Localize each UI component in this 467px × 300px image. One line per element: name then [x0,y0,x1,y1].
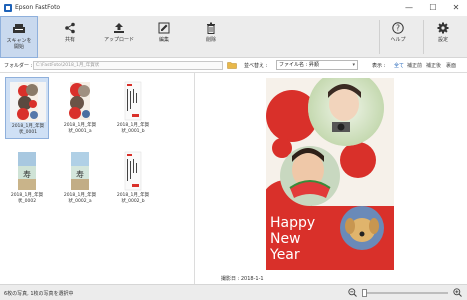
scanner-icon [13,24,25,33]
svg-text:寿: 寿 [23,169,31,179]
shooting-date-label: 撮影日 : 2018-1-1 [221,276,264,282]
help-icon: ? [392,22,404,34]
upload-button[interactable]: アップロード [99,16,139,58]
edit-button[interactable]: 編集 [146,16,182,58]
thumbnail-caption: 2018_1月_年賀 状_0001_b [116,123,150,134]
thumbnail-caption: 2018_1月_年賀 状_0002 [10,193,44,204]
thumbnail-panel: 2018_1月_年賀 状_0001 2018_1月_年賀 状_0001_a 20… [0,73,195,284]
thumbnail-image: 寿 [9,151,45,191]
path-bar: フォルダー : C:\FastFoto\2018_1月_年賀状 並べ替え : フ… [0,58,467,73]
share-button[interactable]: 共有 [52,16,88,58]
toolbar: スキャンを 開始 共有 アップロード 編集 削除 ? ヘルプ 設定 [0,16,467,58]
chevron-down-icon: ▾ [352,62,355,68]
upload-icon [114,23,124,33]
status-bar: 6枚の写真, 1枚の写真を選択中 [0,284,467,300]
sort-dropdown-value: ファイル名 : 昇順 [279,62,319,68]
thumbnail-image [62,81,98,121]
thumbnail-caption: 2018_1月_年賀 状_0001_a [63,123,97,134]
svg-text:寿: 寿 [76,169,84,179]
trash-icon [207,22,215,34]
card-text-line3: Year [270,247,300,263]
maximize-button[interactable]: ☐ [423,1,443,15]
zoom-slider-handle[interactable] [362,289,367,297]
svg-text:?: ? [396,24,400,33]
scan-start-button[interactable]: スキャンを 開始 [0,16,38,58]
thumbnail-caption: 2018_1月_年賀 状_0002_b [116,193,150,204]
folder-icon[interactable] [227,61,237,69]
preview-image: Happy New Year [266,78,394,270]
filter-all[interactable]: 全て [394,62,404,69]
preview-panel: Happy New Year 撮影日 : 2018-1-1 [196,73,467,284]
delete-label: 削除 [205,37,216,43]
card-text-line1: Happy [270,215,316,231]
thumbnail-caption: 2018_1月_年賀 状_0001 [11,124,45,135]
help-label: ヘルプ [390,37,406,43]
thumbnail-caption: 2018_1月_年賀 状_0002_a [63,193,97,204]
thumbnail-item[interactable]: 2018_1月_年賀 状_0001_b [111,77,155,139]
thumbnail-item[interactable]: 2018_1月_年賀 状_0001_a [58,77,102,139]
gear-icon [437,22,449,34]
thumbnail-item[interactable]: 2018_1月_年賀 状_0001 [5,77,49,139]
close-button[interactable]: ✕ [446,1,466,15]
thumbnail-image [115,151,151,191]
zoom-in-icon[interactable] [453,288,462,297]
app-icon [4,4,12,12]
sort-dropdown[interactable]: ファイル名 : 昇順 ▾ [276,60,358,70]
edit-icon [158,22,170,34]
zoom-out-icon[interactable] [348,288,357,297]
thumbnail-item[interactable]: 寿 2018_1月_年賀 状_0002 [5,147,49,209]
card-text-line2: New [270,231,301,247]
folder-path-field[interactable]: C:\FastFoto\2018_1月_年賀状 [33,61,223,70]
toolbar-separator [423,20,424,54]
settings-button[interactable]: 設定 [425,16,461,58]
filter-before-correction[interactable]: 補正前 [407,62,422,69]
folder-label: フォルダー : [4,63,33,69]
thumbnail-item[interactable]: 2018_1月_年賀 状_0002_b [111,147,155,209]
scan-start-label-line2: 開始 [13,44,24,50]
display-label: 表示 : [372,63,386,69]
thumbnail-image [115,81,151,121]
thumbnail-image [10,82,46,122]
filter-back-side[interactable]: 裏面 [446,62,456,69]
share-icon [65,22,75,34]
thumbnail-item[interactable]: 寿 2018_1月_年賀 状_0002_a [58,147,102,209]
delete-button[interactable]: 削除 [193,16,229,58]
thumbnail-image: 寿 [62,151,98,191]
minimize-button[interactable]: — [399,1,419,15]
edit-label: 編集 [158,37,169,43]
title-bar: Epson FastFoto — ☐ ✕ [0,0,467,16]
sort-label: 並べ替え : [244,63,268,69]
help-button[interactable]: ? ヘルプ [380,16,416,58]
upload-label: アップロード [103,37,134,43]
share-label: 共有 [64,37,75,43]
zoom-slider-track[interactable] [362,292,448,294]
window-title: Epson FastFoto [15,4,61,11]
filter-after-correction[interactable]: 補正後 [426,62,441,69]
status-text: 6枚の写真, 1枚の写真を選択中 [4,291,74,297]
settings-label: 設定 [437,37,448,43]
